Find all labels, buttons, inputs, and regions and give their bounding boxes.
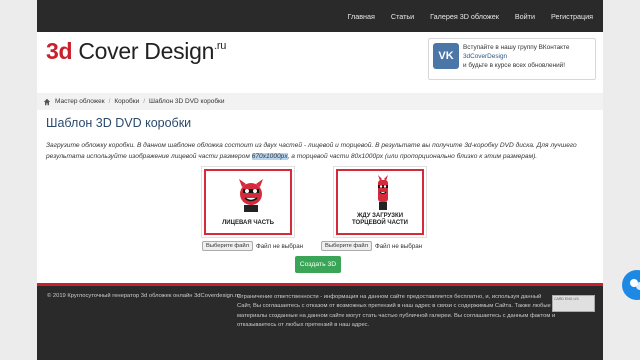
breadcrumb-item-master[interactable]: Мастер обложек bbox=[55, 98, 105, 105]
vk-group-link[interactable]: 3dCoverDesign bbox=[463, 52, 595, 61]
spine-frame: ЖДУ ЗАГРУЗКИ ТОРЦЕВОЙ ЧАСТИ bbox=[336, 169, 424, 235]
front-file-status: Файл не выбран bbox=[256, 242, 304, 250]
breadcrumb-separator: / bbox=[108, 98, 111, 105]
home-icon[interactable] bbox=[43, 98, 51, 106]
breadcrumb-separator: / bbox=[143, 98, 146, 105]
top-nav: Главная Статьи Галерея 3D обложек Войти … bbox=[37, 0, 603, 32]
page: Главная Статьи Галерея 3D обложек Войти … bbox=[37, 0, 603, 360]
spine-choose-file-button[interactable]: Выберите файл bbox=[321, 241, 373, 251]
vk-logo-icon: VK bbox=[433, 43, 459, 69]
spine-dropzone[interactable]: ЖДУ ЗАГРУЗКИ ТОРЦЕВОЙ ЧАСТИ bbox=[333, 166, 427, 238]
header: 3d Cover Design.ru VK Вступайте в нашу г… bbox=[37, 32, 603, 84]
devil-mascot-icon bbox=[239, 179, 263, 212]
chat-bubble-icon bbox=[630, 279, 640, 290]
breadcrumb-item-current: Шаблон 3D DVD коробки bbox=[149, 98, 225, 105]
nav-gallery[interactable]: Галерея 3D обложек bbox=[430, 12, 499, 21]
chat-widget-button[interactable] bbox=[622, 270, 640, 300]
desc-highlight: 670x1000px bbox=[251, 153, 288, 160]
instructions-text: Загрузите обложку коробки. В данном шабл… bbox=[46, 140, 596, 162]
footer-badge[interactable]: CARD ENG LIS bbox=[552, 295, 595, 312]
spine-file-status: Файл не выбран bbox=[375, 242, 423, 250]
desc-after: , а торцевой части 80x1000px (или пропор… bbox=[287, 153, 538, 160]
vk-line3: и будьте в курсе всех обновлений! bbox=[463, 62, 566, 69]
vk-text: Вступайте в нашу группу ВКонтакте 3dCove… bbox=[463, 43, 595, 70]
spine-caption-line2: ТОРЦЕВОЙ ЧАСТИ bbox=[352, 220, 408, 226]
spine-caption-line1: ЖДУ ЗАГРУЗКИ bbox=[356, 213, 404, 219]
front-file-input: Выберите файл Файл не выбран bbox=[202, 241, 303, 251]
vk-group-widget[interactable]: VK Вступайте в нашу группу ВКонтакте 3dC… bbox=[428, 38, 596, 80]
nav-register[interactable]: Регистрация bbox=[551, 12, 593, 21]
nav-articles[interactable]: Статьи bbox=[391, 12, 414, 21]
front-cover-frame: ЛИЦЕВАЯ ЧАСТЬ bbox=[204, 169, 292, 235]
breadcrumb-item-boxes[interactable]: Коробки bbox=[114, 98, 139, 105]
devil-mascot-icon bbox=[378, 175, 388, 210]
logo-tld: .ru bbox=[214, 40, 227, 52]
vk-line1: Вступайте в нашу группу ВКонтакте bbox=[463, 44, 570, 51]
breadcrumb: Мастер обложек / Коробки / Шаблон 3D DVD… bbox=[37, 93, 603, 110]
front-choose-file-button[interactable]: Выберите файл bbox=[202, 241, 254, 251]
nav-home[interactable]: Главная bbox=[348, 12, 375, 21]
page-title: Шаблон 3D DVD коробки bbox=[46, 116, 192, 130]
site-logo[interactable]: 3d Cover Design.ru bbox=[46, 38, 226, 65]
logo-prefix: 3d bbox=[46, 38, 73, 64]
nav-login[interactable]: Войти bbox=[515, 12, 535, 21]
spine-file-input: Выберите файл Файл не выбран bbox=[321, 241, 422, 251]
front-cover-dropzone[interactable]: ЛИЦЕВАЯ ЧАСТЬ bbox=[201, 166, 295, 238]
footer-copyright: © 2019 Круглосуточный генератор 3d облож… bbox=[47, 293, 240, 299]
footer-disclaimer: Ограничение ответственности - информация… bbox=[237, 294, 556, 328]
footer: © 2019 Круглосуточный генератор 3d облож… bbox=[37, 283, 603, 360]
spine-caption: ЖДУ ЗАГРУЗКИ ТОРЦЕВОЙ ЧАСТИ bbox=[338, 213, 422, 227]
logo-main: Cover Design bbox=[78, 38, 215, 64]
front-cover-caption: ЛИЦЕВАЯ ЧАСТЬ bbox=[222, 220, 274, 226]
create-3d-button[interactable]: Создать 3D bbox=[295, 256, 341, 273]
